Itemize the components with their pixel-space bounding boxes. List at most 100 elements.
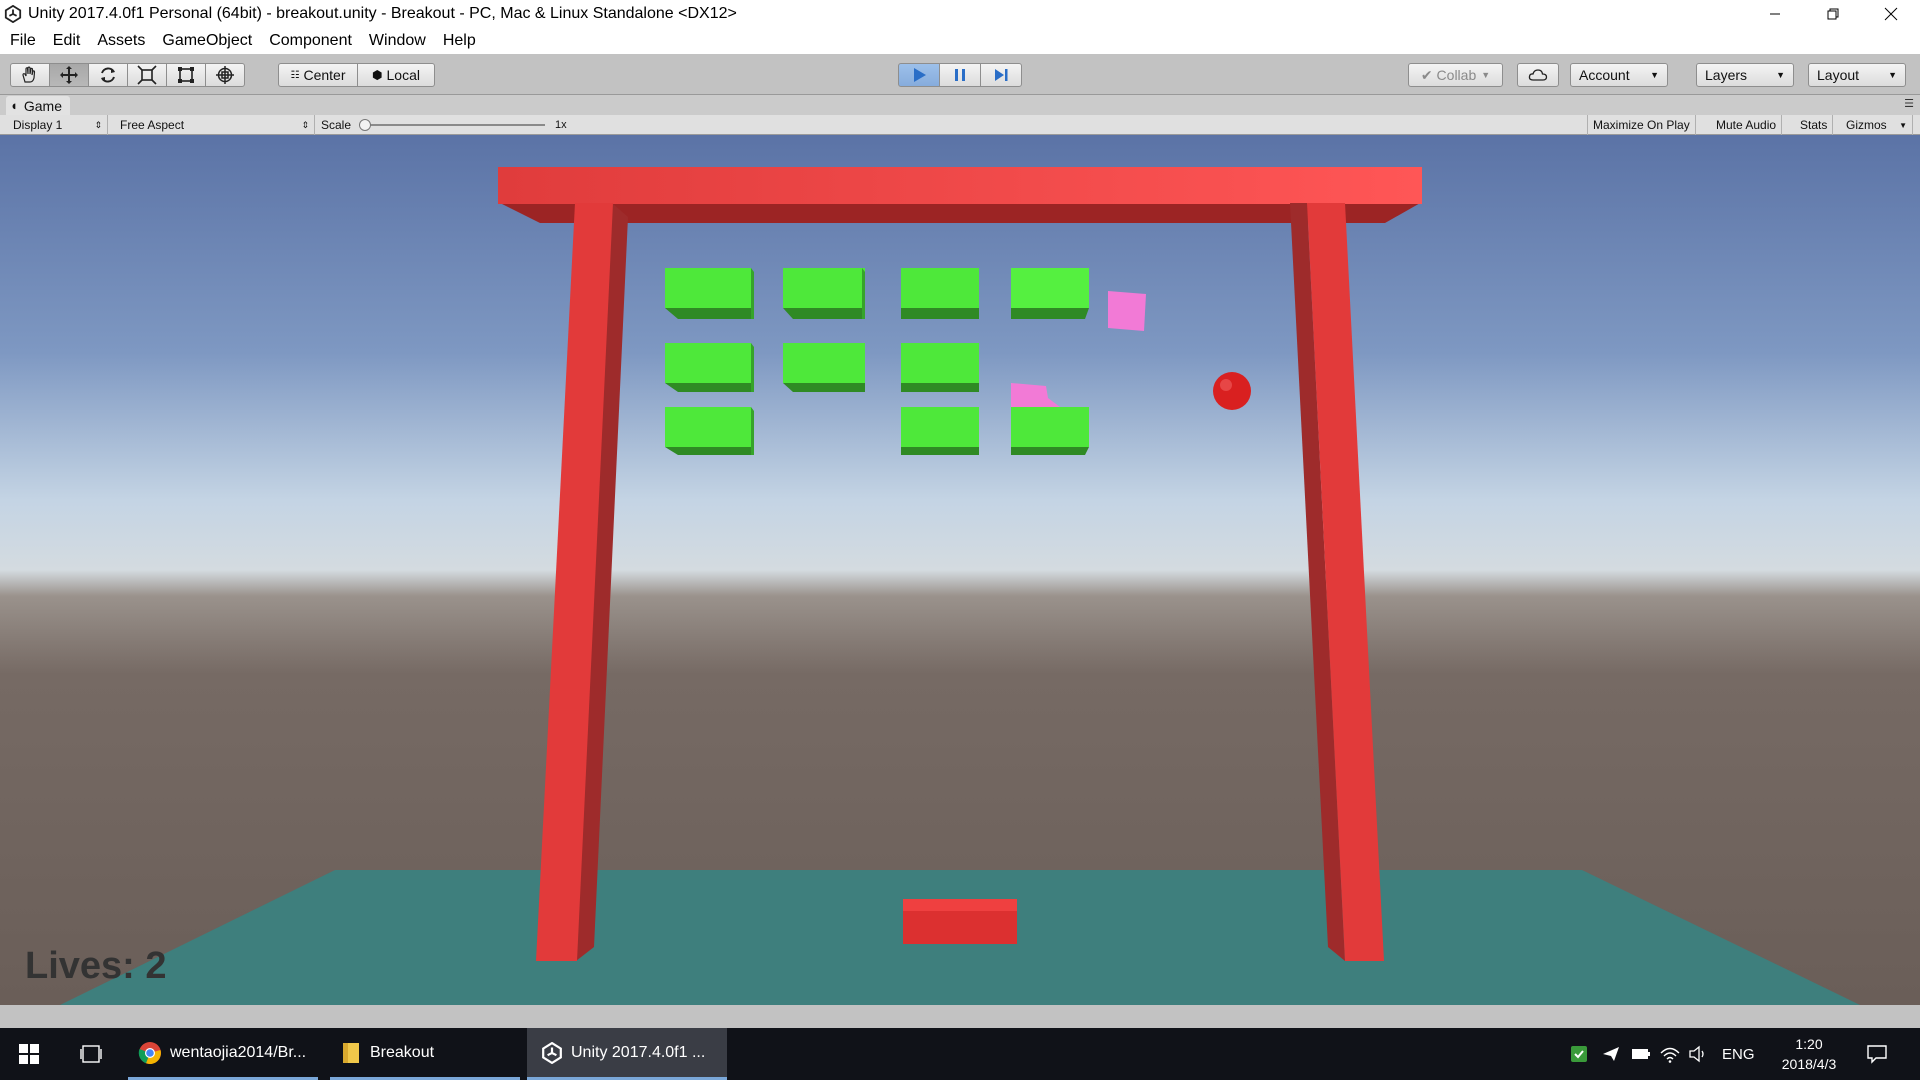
scale-slider[interactable] [359, 119, 546, 131]
updown-icon: ⇕ [301, 119, 309, 130]
transform-tool-button[interactable] [205, 63, 245, 87]
collab-button[interactable]: ✔ Collab ▼ [1408, 63, 1503, 87]
scale-tool-button[interactable] [127, 63, 167, 87]
gizmos-label: Gizmos [1846, 118, 1887, 132]
move-tool-button[interactable] [49, 63, 89, 87]
play-button[interactable] [898, 63, 940, 87]
minimize-icon [1770, 13, 1780, 15]
collab-label: Collab [1436, 67, 1477, 83]
taskbar-item-chrome[interactable]: wentaojia2014/Br... [128, 1028, 318, 1080]
pivot-center-button[interactable]: ☷ Center [278, 63, 358, 87]
rotate-icon [101, 67, 115, 83]
collab-group: ✔ Collab ▼ [1408, 63, 1503, 87]
brick [665, 343, 754, 392]
play-controls [898, 63, 1022, 87]
menu-component[interactable]: Component [269, 32, 352, 50]
tab-game-label: Game [23, 97, 62, 114]
taskbar-item-label: Unity 2017.4.0f1 ... [571, 1043, 706, 1061]
menu-gameobject[interactable]: GameObject [162, 32, 252, 50]
cloud-button[interactable] [1517, 63, 1559, 87]
gizmos-dropdown[interactable]: Gizmos ▼ [1841, 115, 1913, 135]
tray-send-icon[interactable] [1602, 1028, 1620, 1080]
paddle-top [903, 899, 1017, 911]
scale-control: Scale 1x [316, 115, 576, 135]
send-icon [1603, 1047, 1619, 1061]
rect-icon [178, 67, 194, 83]
maximize-on-play-toggle[interactable]: Maximize On Play [1587, 115, 1696, 135]
pacman-icon: ◖ [10, 98, 18, 113]
pause-icon [955, 69, 965, 81]
account-dropdown[interactable]: Account ▼ [1570, 63, 1668, 87]
minimize-button[interactable] [1746, 0, 1804, 28]
step-icon [995, 69, 1008, 81]
restore-icon [1827, 8, 1839, 20]
rotate-tool-button[interactable] [88, 63, 128, 87]
menu-file[interactable]: File [10, 32, 36, 50]
pivot-local-button[interactable]: ⬢ Local [357, 63, 435, 87]
close-button[interactable] [1862, 0, 1920, 28]
aspect-dropdown[interactable]: Free Aspect ⇕ [115, 115, 315, 135]
stats-toggle[interactable]: Stats [1795, 115, 1834, 135]
display-label: Display 1 [13, 118, 63, 132]
scale-label: Scale [321, 118, 352, 132]
mute-label: Mute Audio [1716, 118, 1777, 132]
unity-logo-icon [4, 5, 22, 23]
taskbar-item-label: Breakout [370, 1043, 435, 1061]
pause-button[interactable] [939, 63, 981, 87]
clock-time: 1:20 [1795, 1036, 1823, 1052]
caret-down-icon: ▼ [1899, 120, 1907, 130]
start-button[interactable] [14, 1028, 44, 1080]
brick [1011, 407, 1089, 455]
display-dropdown[interactable]: Display 1 ⇕ [8, 115, 108, 135]
brick [665, 268, 754, 319]
game-viewport[interactable]: Lives: 2 [0, 135, 1920, 1005]
pivot-toggles: ☷ Center ⬢ Local [278, 63, 435, 87]
rect-tool-button[interactable] [166, 63, 206, 87]
layers-dropdown[interactable]: Layers ▼ [1696, 63, 1794, 87]
taskbar: wentaojia2014/Br... Breakout Unity 2017.… [0, 1028, 1920, 1080]
step-button[interactable] [980, 63, 1022, 87]
tray-clock[interactable]: 1:20 2018/4/3 [1770, 1028, 1848, 1080]
transform-icon [216, 66, 234, 84]
title-bar: Unity 2017.4.0f1 Personal (64bit) - brea… [0, 0, 1920, 28]
move-icon [60, 66, 78, 84]
action-center-button[interactable] [1866, 1028, 1888, 1080]
account-group: Account ▼ [1570, 63, 1668, 87]
layers-group: Layers ▼ [1696, 63, 1794, 87]
ball [1213, 372, 1251, 410]
task-view-icon [80, 1045, 102, 1063]
mute-audio-toggle[interactable]: Mute Audio [1711, 115, 1783, 135]
panel-menu-icon[interactable]: ☰ [1904, 97, 1914, 110]
pivot-center-label: Center [303, 67, 346, 83]
updown-icon: ⇕ [94, 119, 102, 130]
hand-icon [22, 66, 36, 83]
window-title: Unity 2017.4.0f1 Personal (64bit) - brea… [28, 5, 737, 22]
scale-slider-thumb[interactable] [359, 119, 372, 131]
task-view-button[interactable] [76, 1028, 106, 1080]
tray-language[interactable]: ENG [1722, 1028, 1755, 1080]
brick [1011, 268, 1089, 319]
status-bar [0, 1005, 1920, 1028]
lives-counter: Lives: 2 [25, 945, 167, 987]
tab-game[interactable]: ◖ Game [6, 96, 70, 115]
layout-dropdown[interactable]: Layout ▼ [1808, 63, 1906, 87]
taskbar-item-folder[interactable]: Breakout [330, 1028, 520, 1080]
check-circle-icon: ✔ [1420, 66, 1433, 83]
restore-button[interactable] [1804, 0, 1862, 28]
tray-volume[interactable] [1688, 1028, 1708, 1080]
tray-battery[interactable] [1631, 1028, 1651, 1080]
tray-app-icon[interactable] [1570, 1028, 1588, 1080]
cloud-group [1517, 63, 1559, 87]
menu-assets[interactable]: Assets [97, 32, 145, 50]
tray-wifi[interactable] [1660, 1028, 1680, 1080]
hand-tool-button[interactable] [10, 63, 50, 87]
menu-help[interactable]: Help [443, 32, 476, 50]
menu-window[interactable]: Window [369, 32, 426, 50]
stats-label: Stats [1800, 118, 1828, 132]
game-tab-bar: ◖ Game ☰ [0, 95, 1920, 115]
scale-icon [137, 65, 157, 85]
clock-date: 2018/4/3 [1781, 1056, 1837, 1072]
toolbar: ☷ Center ⬢ Local ✔ Collab ▼ Account ▼ La… [0, 54, 1920, 95]
taskbar-item-unity[interactable]: Unity 2017.4.0f1 ... [527, 1028, 727, 1080]
menu-edit[interactable]: Edit [53, 32, 81, 50]
